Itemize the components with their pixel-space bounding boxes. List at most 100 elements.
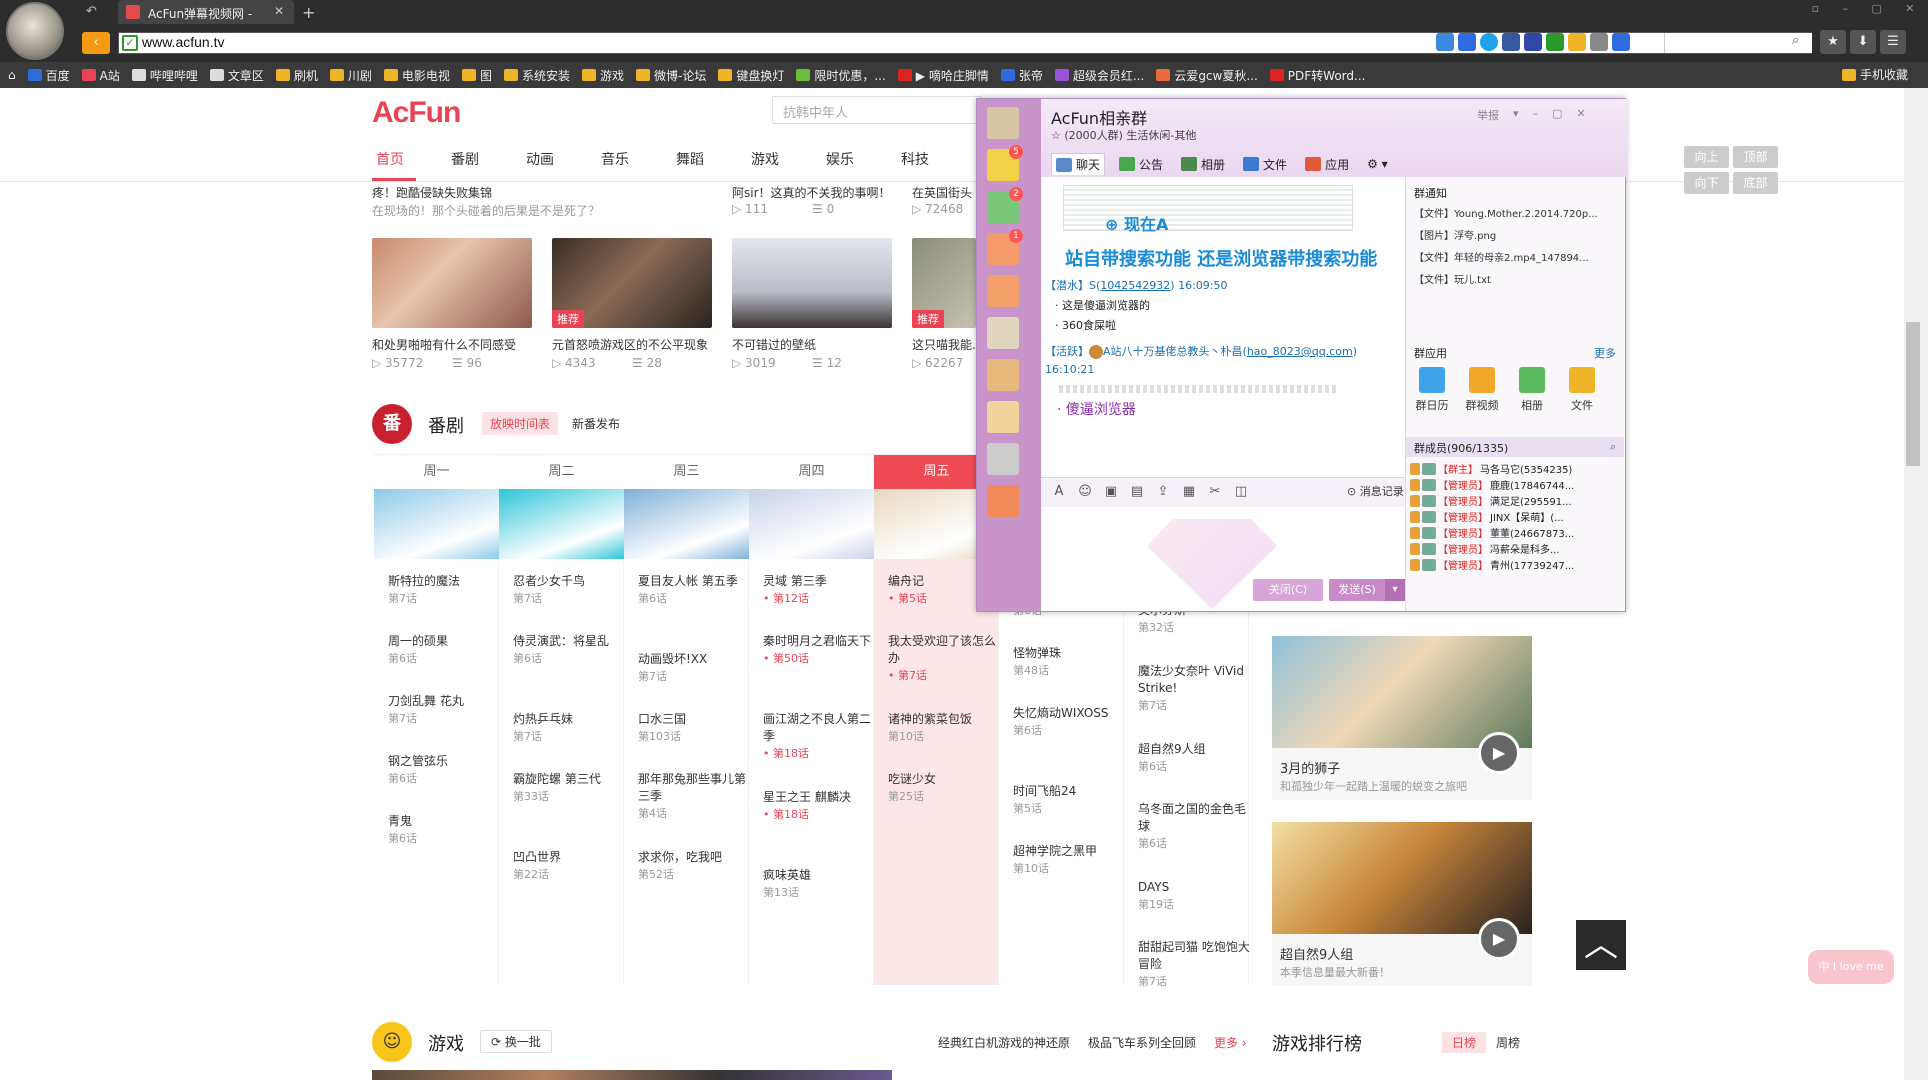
chat-session-avatar[interactable] [987, 275, 1019, 307]
video-title[interactable]: 不可错过的壁纸 [732, 336, 892, 353]
bookmark-label[interactable]: ▶ 嘀哈庄脚情 [916, 67, 989, 84]
bookmark-item[interactable]: 电影电视 [383, 67, 450, 84]
anime-entry[interactable]: 周一的硕果 第6话 [388, 633, 503, 667]
chat-tab[interactable]: 公告 [1115, 153, 1167, 175]
anime-title[interactable]: 秦时明月之君临天下 [763, 633, 878, 650]
bookmark-label[interactable]: 哔哩哔哩 [150, 67, 198, 84]
mobile-bookmarks-label[interactable]: 手机收藏 [1860, 66, 1908, 83]
bookmark-label[interactable]: 电影电视 [402, 67, 450, 84]
bookmark-label[interactable]: 微博-论坛 [654, 67, 706, 84]
screenshot-icon[interactable]: ▤ [1129, 484, 1145, 500]
chat-session-avatar[interactable] [987, 485, 1019, 517]
bookmark-item[interactable]: 限时优惠，... [796, 67, 886, 84]
group-app-label[interactable]: 群视频 [1462, 397, 1502, 413]
window-close-icon[interactable]: ✕ [1905, 2, 1914, 20]
chat-session-avatar[interactable] [987, 317, 1019, 349]
chat-tab-label[interactable]: 公告 [1139, 156, 1163, 173]
upload-icon[interactable]: ⇪ [1155, 484, 1171, 500]
anime-entry[interactable]: 诸神的紫菜包饭 第10话 [888, 711, 1003, 745]
nav-item[interactable]: 娱乐 [826, 149, 901, 169]
scroll-down-button[interactable]: 向下 [1684, 172, 1729, 194]
day-cover-image[interactable] [749, 489, 874, 559]
anime-title[interactable]: 忍者少女千鸟 [513, 573, 628, 590]
bookmark-item[interactable]: 哔哩哔哩 [131, 67, 198, 84]
address-bar-extensions[interactable] [1436, 33, 1630, 51]
group-app[interactable]: 文件 [1562, 367, 1602, 413]
back-to-top-icon[interactable]: ︿ [1576, 920, 1626, 970]
gift-icon[interactable]: ▦ [1181, 484, 1197, 500]
anime-entry[interactable]: 时间飞船24 第5话 [1013, 783, 1128, 817]
anime-entry[interactable]: 乌冬面之国的金色毛球 第6话 [1138, 801, 1253, 852]
bookmark-item[interactable]: 键盘换灯 [718, 67, 784, 84]
group-app[interactable]: 群日历 [1412, 367, 1452, 413]
group-app[interactable]: 群视频 [1462, 367, 1502, 413]
group-app-label[interactable]: 相册 [1512, 397, 1552, 413]
close-chat-button[interactable]: 关闭(C) [1253, 579, 1323, 601]
message-image[interactable] [1059, 385, 1339, 393]
anime-title[interactable]: 那年那兔那些事儿第三季 [638, 771, 753, 805]
chat-session-avatar[interactable] [987, 107, 1019, 139]
feature-card-title[interactable]: 超自然9人组 [1280, 944, 1353, 963]
anime-title[interactable]: 诸神的紫菜包饭 [888, 711, 1003, 728]
video-thumbnail[interactable] [372, 238, 532, 328]
group-app[interactable]: 相册 [1512, 367, 1552, 413]
send-button[interactable]: 发送(S) [1329, 579, 1385, 601]
chat-tab[interactable]: 聊天 [1051, 153, 1106, 175]
sender-email-link[interactable]: hao_8023@qq.com [1247, 345, 1353, 358]
member-row[interactable]: 【管理员】 董董(24667873... [1410, 525, 1610, 540]
anime-title[interactable]: 灼热乒乓妹 [513, 711, 628, 728]
video-title[interactable]: 元首怒喷游戏区的不公平现象 [552, 336, 712, 353]
window-minimize-icon[interactable]: – [1842, 2, 1848, 20]
sender-avatar-icon[interactable] [1089, 345, 1103, 359]
page-scrollbar[interactable] [1904, 88, 1928, 1080]
anime-entry[interactable]: 那年那兔那些事儿第三季 第4话 [638, 771, 753, 822]
game-more-link[interactable]: 更多 › [1214, 1034, 1247, 1051]
bookmark-label[interactable]: 张帝 [1019, 67, 1043, 84]
more-tools-icon[interactable]: ◫ [1233, 484, 1249, 500]
anime-title[interactable]: 吃谜少女 [888, 771, 1003, 788]
member-name[interactable]: 鹿鹿(17846744... [1490, 477, 1574, 492]
anime-title[interactable]: 动画毁坏!XX [638, 651, 753, 668]
anime-title[interactable]: 夏目友人帐 第五季 [638, 573, 753, 590]
bookmark-item[interactable]: 张帝 [1000, 67, 1043, 84]
bookmark-item[interactable]: 百度 [27, 67, 70, 84]
bookmark-label[interactable]: 川剧 [348, 67, 372, 84]
chat-session-avatar[interactable] [987, 401, 1019, 433]
member-name[interactable]: 青州(17739247... [1490, 557, 1574, 572]
bookmark-label[interactable]: 文章区 [228, 67, 264, 84]
back-button[interactable]: ‹ [82, 32, 110, 54]
anime-title[interactable]: 周一的硕果 [388, 633, 503, 650]
extension-icon[interactable] [1436, 33, 1454, 51]
day-tab[interactable]: 周三 [624, 455, 749, 489]
anime-entry[interactable]: 青鬼 第6话 [388, 813, 503, 847]
refresh-icon[interactable] [1590, 33, 1608, 51]
refresh-batch-button[interactable]: ⟳ 换一批 [480, 1030, 552, 1053]
group-file-item[interactable]: 【文件】玩儿.txt [1414, 271, 1614, 286]
tab-close-icon[interactable]: ✕ [274, 4, 284, 18]
anime-title[interactable]: 青鬼 [388, 813, 503, 830]
member-search-icon[interactable]: ⌕ [1610, 440, 1616, 454]
scrollbar-thumb[interactable] [1906, 322, 1920, 466]
extension-icon[interactable] [1524, 33, 1542, 51]
anime-entry[interactable]: 甜甜起司猫 吃饱饱大冒险 第7话 [1138, 939, 1253, 990]
bookmark-item[interactable]: 系统安装 [503, 67, 570, 84]
bookmark-label[interactable]: 刷机 [294, 67, 318, 84]
group-app-icon[interactable] [1569, 367, 1595, 393]
anime-title[interactable]: 超神学院之黑甲 [1013, 843, 1128, 860]
anime-title[interactable]: 侍灵演武：将星乱 [513, 633, 628, 650]
address-bar-url[interactable]: www.acfun.tv [142, 34, 224, 50]
extension-icon[interactable] [1502, 33, 1520, 51]
anime-title[interactable]: 口水三国 [638, 711, 753, 728]
feature-card-title[interactable]: 3月的狮子 [1280, 758, 1340, 777]
anime-title[interactable]: 魔法少女奈叶 ViVid Strike! [1138, 663, 1253, 697]
apps-more-link[interactable]: 更多 [1594, 345, 1616, 361]
minimize-icon[interactable]: – [1533, 107, 1539, 123]
group-app-icon[interactable] [1419, 367, 1445, 393]
anime-title[interactable]: 失忆熵动WIXOSS [1013, 705, 1128, 722]
member-row[interactable]: 【管理员】 满足足(295591... [1410, 493, 1610, 508]
day-tab[interactable]: 周一 [374, 455, 499, 489]
favorites-star-icon[interactable]: ★ [1820, 30, 1846, 54]
bookmark-item[interactable]: 图 [461, 67, 492, 84]
nav-item[interactable]: 舞蹈 [676, 149, 751, 169]
member-name[interactable]: 满足足(295591... [1490, 493, 1572, 508]
